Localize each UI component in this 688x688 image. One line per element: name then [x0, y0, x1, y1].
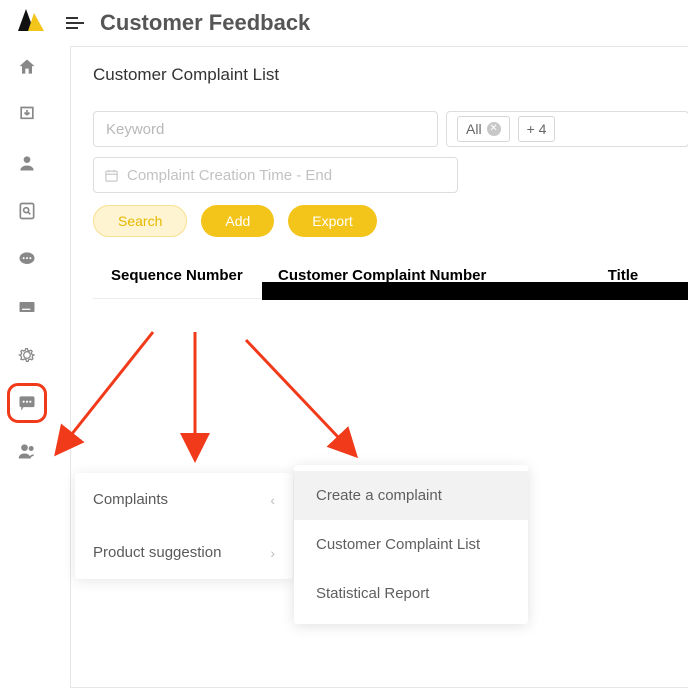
search-button[interactable]: Search — [93, 205, 187, 237]
submenu-item-product-suggestion[interactable]: Product suggestion › — [75, 526, 293, 579]
submenu-item-complaint-list[interactable]: Customer Complaint List — [294, 520, 528, 569]
action-button-row: Search Add Export — [93, 205, 688, 237]
card-icon[interactable] — [16, 296, 38, 318]
filter-row: All ✕ + 4 — [93, 111, 688, 147]
menu-toggle-icon[interactable] — [66, 12, 88, 34]
gear-icon[interactable] — [16, 344, 38, 366]
submenu-item-complaints[interactable]: Complaints ‹ — [75, 473, 293, 526]
home-icon[interactable] — [16, 56, 38, 78]
panel-title: Customer Complaint List — [93, 65, 688, 85]
sms-icon[interactable] — [16, 248, 38, 270]
submenu-label: Product suggestion — [93, 544, 221, 561]
search-doc-icon[interactable] — [16, 200, 38, 222]
submenu-item-statistical-report[interactable]: Statistical Report — [294, 569, 528, 618]
export-button[interactable]: Export — [288, 205, 376, 237]
submenu-label: Statistical Report — [316, 585, 429, 602]
top-bar: Customer Feedback — [0, 0, 688, 46]
left-sidebar — [0, 48, 54, 688]
chat-icon[interactable] — [16, 392, 38, 414]
add-button[interactable]: Add — [201, 205, 274, 237]
close-icon[interactable]: ✕ — [487, 122, 501, 136]
filter-chip-label: All — [466, 121, 482, 137]
redacted-bar — [262, 282, 688, 300]
filter-chip-label: + 4 — [527, 121, 547, 137]
users-icon[interactable] — [16, 440, 38, 462]
page-title: Customer Feedback — [100, 10, 310, 36]
submenu-item-create-complaint[interactable]: Create a complaint — [294, 471, 528, 520]
keyword-input[interactable] — [93, 111, 438, 147]
feedback-submenu: Complaints ‹ Product suggestion › — [75, 473, 293, 579]
submenu-label: Complaints — [93, 491, 168, 508]
submenu-label: Create a complaint — [316, 487, 442, 504]
submenu-label: Customer Complaint List — [316, 536, 480, 553]
chevron-left-icon: ‹ — [270, 492, 275, 508]
calendar-icon — [104, 168, 119, 183]
filter-chip-box: All ✕ + 4 — [446, 111, 688, 147]
date-placeholder: Complaint Creation Time - End — [127, 167, 332, 184]
app-logo — [12, 5, 48, 41]
download-icon[interactable] — [16, 104, 38, 126]
complaints-submenu: Create a complaint Customer Complaint Li… — [294, 465, 528, 624]
filter-chip-all[interactable]: All ✕ — [457, 116, 510, 142]
user-icon[interactable] — [16, 152, 38, 174]
date-input[interactable]: Complaint Creation Time - End — [93, 157, 458, 193]
chevron-right-icon: › — [270, 545, 275, 561]
column-sequence: Sequence Number — [93, 267, 278, 284]
filter-chip-more[interactable]: + 4 — [518, 116, 556, 142]
